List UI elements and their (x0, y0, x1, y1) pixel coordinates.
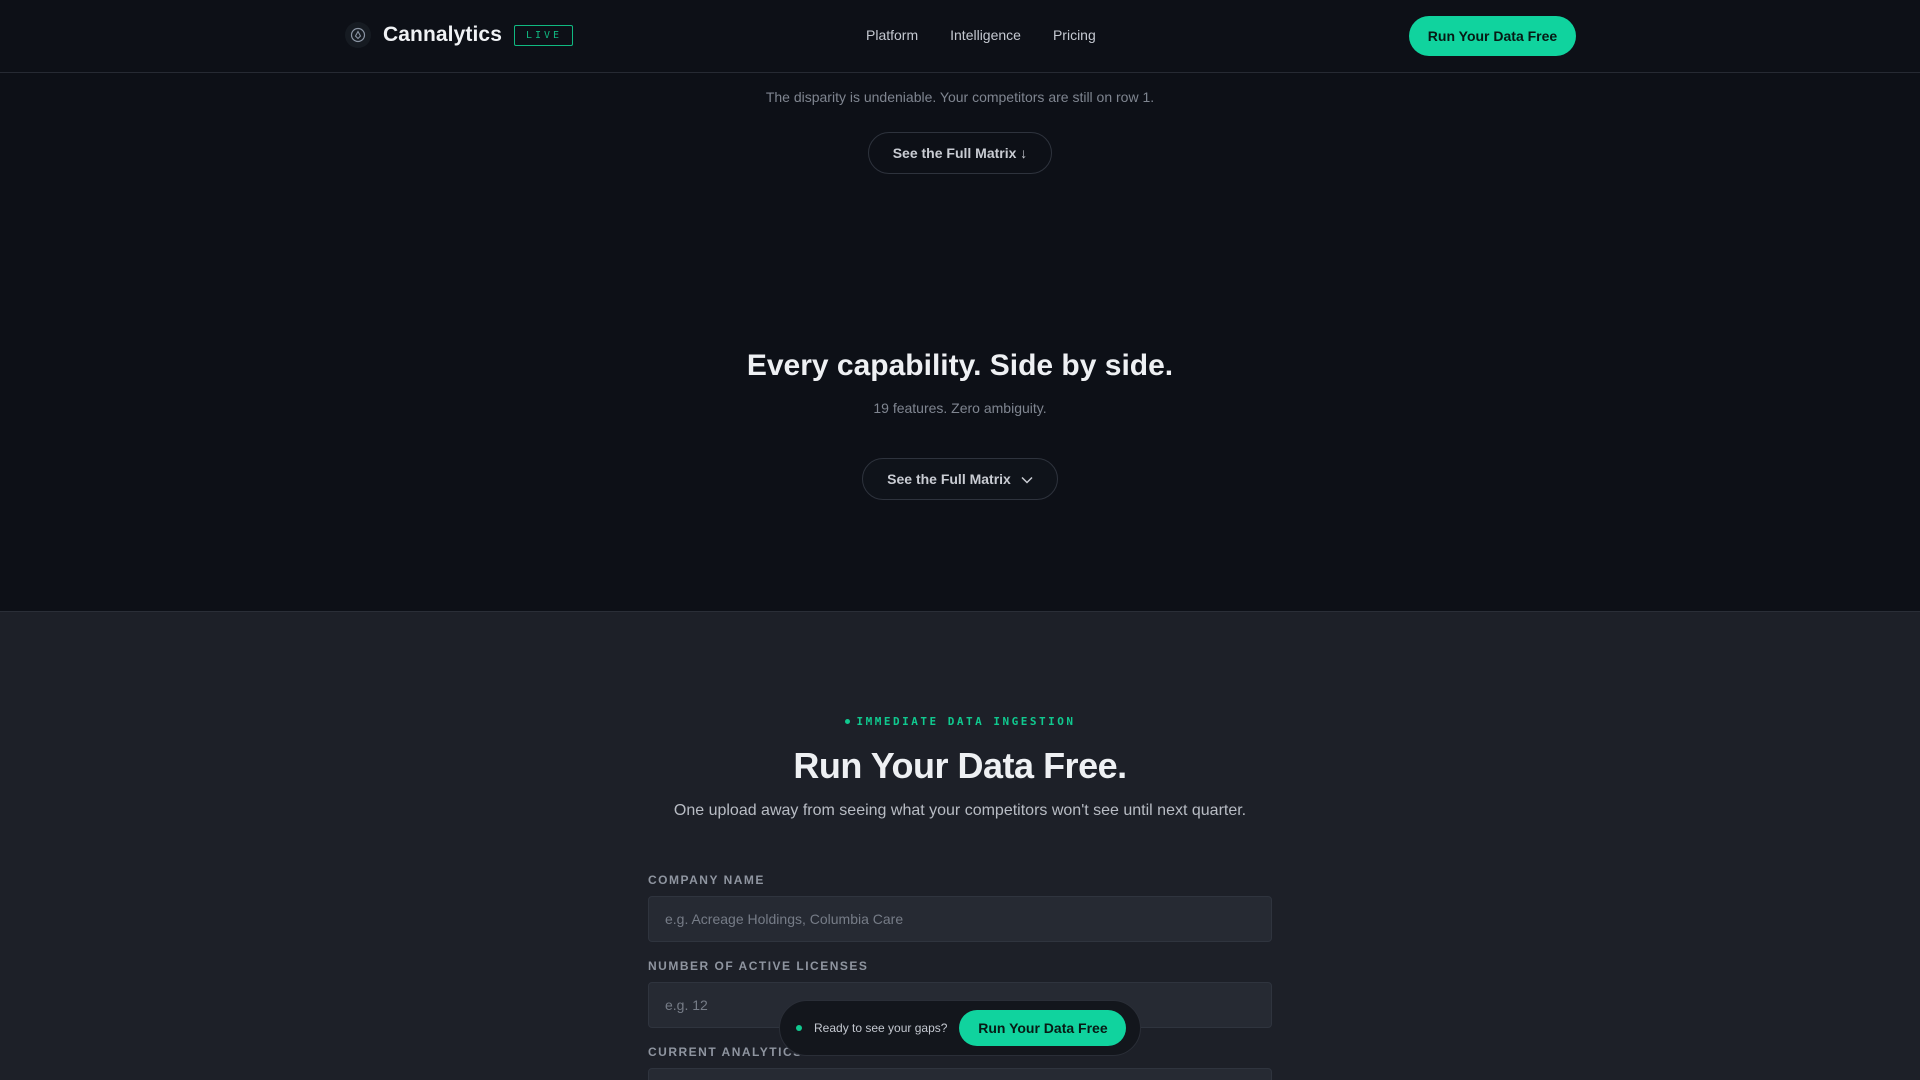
floating-cta-bar: Ready to see your gaps? Run Your Data Fr… (779, 1000, 1141, 1056)
nav-link-pricing[interactable]: Pricing (1053, 27, 1096, 43)
brand[interactable]: Cannalytics LIVE (345, 22, 574, 48)
nav-link-intelligence[interactable]: Intelligence (950, 27, 1021, 43)
status-dot-icon (844, 718, 850, 724)
live-badge: LIVE (513, 24, 574, 46)
run-data-free-button[interactable]: Run Your Data Free (1409, 16, 1576, 56)
floating-run-data-free-button[interactable]: Run Your Data Free (959, 1010, 1127, 1046)
matrix-subheading: 19 features. Zero ambiguity. (873, 400, 1047, 416)
chevron-down-icon (1021, 471, 1033, 487)
disparity-subtitle: The disparity is undeniable. Your compet… (765, 89, 1155, 105)
company-name-input[interactable] (648, 896, 1272, 942)
nav-links: Platform Intelligence Pricing (866, 27, 1096, 43)
see-full-matrix-button[interactable]: See the Full Matrix (862, 458, 1058, 500)
company-name-label: COMPANY NAME (648, 873, 765, 887)
matrix-heading: Every capability. Side by side. (746, 349, 1174, 382)
current-analytics-label: CURRENT ANALYTICS (648, 1045, 803, 1059)
eyebrow-label: IMMEDIATE DATA INGESTION (0, 715, 1920, 728)
see-full-matrix-button-top[interactable]: See the Full Matrix ↓ (868, 132, 1052, 174)
top-nav: Cannalytics LIVE Platform Intelligence P… (0, 0, 1920, 73)
cta-subtitle: One upload away from seeing what your co… (673, 802, 1247, 819)
licenses-label: NUMBER OF ACTIVE LICENSES (648, 959, 869, 973)
current-analytics-input[interactable] (648, 1068, 1272, 1080)
cta-title: Run Your Data Free. (793, 745, 1127, 786)
brand-name: Cannalytics (383, 23, 502, 46)
nav-link-platform[interactable]: Platform (866, 27, 918, 43)
status-dot-icon (796, 1025, 802, 1031)
see-full-matrix-label: See the Full Matrix (887, 471, 1011, 487)
floating-cta-text: Ready to see your gaps? (814, 1021, 948, 1035)
logo-icon (345, 22, 371, 48)
